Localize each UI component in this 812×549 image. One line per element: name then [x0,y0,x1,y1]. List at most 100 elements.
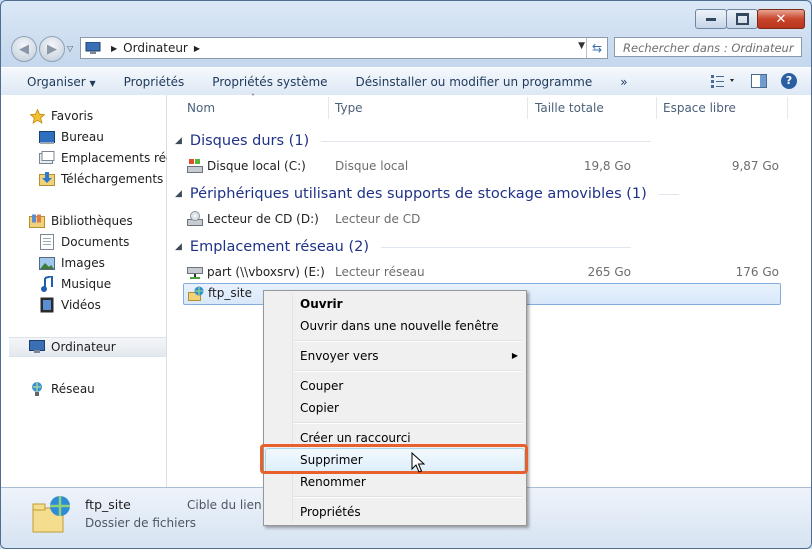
close-icon: ✕ [775,11,787,27]
menu-item-rename[interactable]: Renommer [300,472,366,492]
breadcrumb-arrow-icon[interactable]: ▶ [194,44,200,53]
back-arrow-icon: ◀ [19,41,29,57]
annotation-highlight-box [260,444,528,474]
group-label: Emplacement réseau (2) [189,239,370,255]
nav-label: Ordinateur [51,340,116,354]
breadcrumb-computer[interactable]: Ordinateur [123,41,188,55]
nav-label: Musique [61,277,112,291]
group-network-locations[interactable]: ◢ Emplacement réseau (2) [175,237,632,257]
hard-disk-icon [187,159,203,173]
cd-drive-icon [187,211,203,226]
preview-pane-icon[interactable] [751,74,767,88]
column-divider[interactable] [328,97,329,119]
group-label: Disques durs (1) [189,133,310,149]
nav-label: Documents [61,235,130,249]
drive-name: ftp_site [208,286,253,300]
properties-button[interactable]: Propriétés [110,75,199,89]
star-icon [29,108,45,124]
column-divider[interactable] [527,97,528,119]
navigation-pane: Favoris Bureau Emplacements récen Téléch… [1,95,188,487]
column-type[interactable]: Type [335,95,363,121]
network-folder-icon [188,286,204,301]
computer-icon [85,42,101,54]
minimize-button[interactable] [695,9,727,29]
drive-row-local-disk[interactable]: Disque local (C:) Disque local 19,8 Go 9… [183,156,779,176]
drive-type: Lecteur de CD [335,212,421,226]
nav-label: Téléchargements [61,172,164,186]
maximize-button[interactable] [726,9,758,29]
column-name[interactable]: Nom [187,95,215,121]
column-divider[interactable] [656,97,657,119]
desktop-icon [39,129,55,145]
drive-free-space: 9,87 Go [731,159,779,173]
music-icon [39,276,55,292]
context-menu: Ouvrir Ouvrir dans une nouvelle fenêtre … [263,290,527,526]
uninstall-button[interactable]: Désinstaller ou modifier un programme [342,75,607,89]
minimize-icon [706,17,716,21]
column-free-space[interactable]: Espace libre [663,95,736,121]
group-hard-disks[interactable]: ◢ Disques durs (1) [175,131,652,151]
close-button[interactable]: ✕ [757,9,805,29]
view-options-icon[interactable] [711,74,737,88]
libraries-icon [29,213,45,229]
drive-name: part (\\vboxsrv) (E:) [207,265,325,279]
more-commands-button[interactable]: » [606,75,641,89]
column-divider[interactable] [787,97,788,119]
drive-free-space: 176 Go [735,265,779,279]
forward-button[interactable]: ▶ [39,36,65,62]
videos-icon [39,297,55,313]
drive-name: Disque local (C:) [207,159,306,173]
column-total-size[interactable]: Taille totale [535,95,604,121]
drive-name: Lecteur de CD (D:) [207,212,319,226]
search-placeholder: Rechercher dans : Ordinateur [623,41,794,55]
menu-item-send-to[interactable]: Envoyer vers ▶ [300,346,518,366]
submenu-arrow-icon: ▶ [511,351,518,360]
details-type: Dossier de fichiers [85,516,197,530]
address-bar[interactable]: ▶ Ordinateur ▶ ▼ ⇆ [80,37,608,59]
menu-item-open[interactable]: Ouvrir [300,294,343,314]
refresh-icon[interactable]: ⇆ [586,38,607,58]
search-input[interactable]: Rechercher dans : Ordinateur [614,37,802,57]
nav-label: Images [61,256,105,270]
view-controls: ? [711,73,797,89]
nav-label: Bureau [61,130,104,144]
nav-label: Favoris [51,109,94,123]
menu-item-copy[interactable]: Copier [300,398,339,418]
drive-row-network-share[interactable]: part (\\vboxsrv) (E:) Lecteur réseau 265… [183,262,779,282]
maximize-icon [735,13,749,25]
drive-total-size: 265 Go [587,265,631,279]
explorer-window: ✕ ◀ ▶ ▽ ▶ Ordinateur ▶ ▼ ⇆ Rechercher da… [0,0,812,549]
nav-computer[interactable]: Ordinateur [9,337,166,357]
nav-label: Bibliothèques [51,214,133,228]
menu-separator [294,370,522,372]
nav-label: Vidéos [61,298,101,312]
chevron-down-icon: ▼ [89,78,96,88]
breadcrumb-arrow-icon[interactable]: ▶ [111,44,117,53]
forward-arrow-icon: ▶ [47,41,57,57]
collapse-triangle-icon[interactable]: ◢ [175,136,182,146]
drive-type: Lecteur réseau [335,265,425,279]
group-removable[interactable]: ◢ Périphériques utilisant des supports de… [175,184,679,204]
organize-label: Organiser [27,74,86,89]
menu-item-cut[interactable]: Couper [300,376,343,396]
recent-pages-chevron-icon[interactable]: ▽ [67,44,73,53]
back-button[interactable]: ◀ [11,36,37,62]
recent-places-icon [39,150,55,166]
sort-ascending-icon: ˄ [251,93,255,102]
menu-item-open-new-window[interactable]: Ouvrir dans une nouvelle fenêtre [300,316,498,336]
command-bar: Organiser ▼ Propriétés Propriétés systèm… [1,67,811,96]
group-divider [658,193,679,195]
menu-item-properties[interactable]: Propriétés [300,502,361,522]
caption-buttons: ✕ [695,9,805,29]
organize-button[interactable]: Organiser ▼ [1,75,110,89]
nav-label: Réseau [51,382,95,396]
help-icon[interactable]: ? [781,73,797,89]
drive-row-cd[interactable]: Lecteur de CD (D:) Lecteur de CD [183,209,779,229]
collapse-triangle-icon[interactable]: ◢ [175,242,182,252]
collapse-triangle-icon[interactable]: ◢ [175,189,182,199]
address-dropdown-icon[interactable]: ▼ [578,41,585,51]
computer-icon [29,339,45,355]
menu-separator [294,422,522,424]
system-properties-button[interactable]: Propriétés système [198,75,341,89]
group-divider [381,246,632,248]
